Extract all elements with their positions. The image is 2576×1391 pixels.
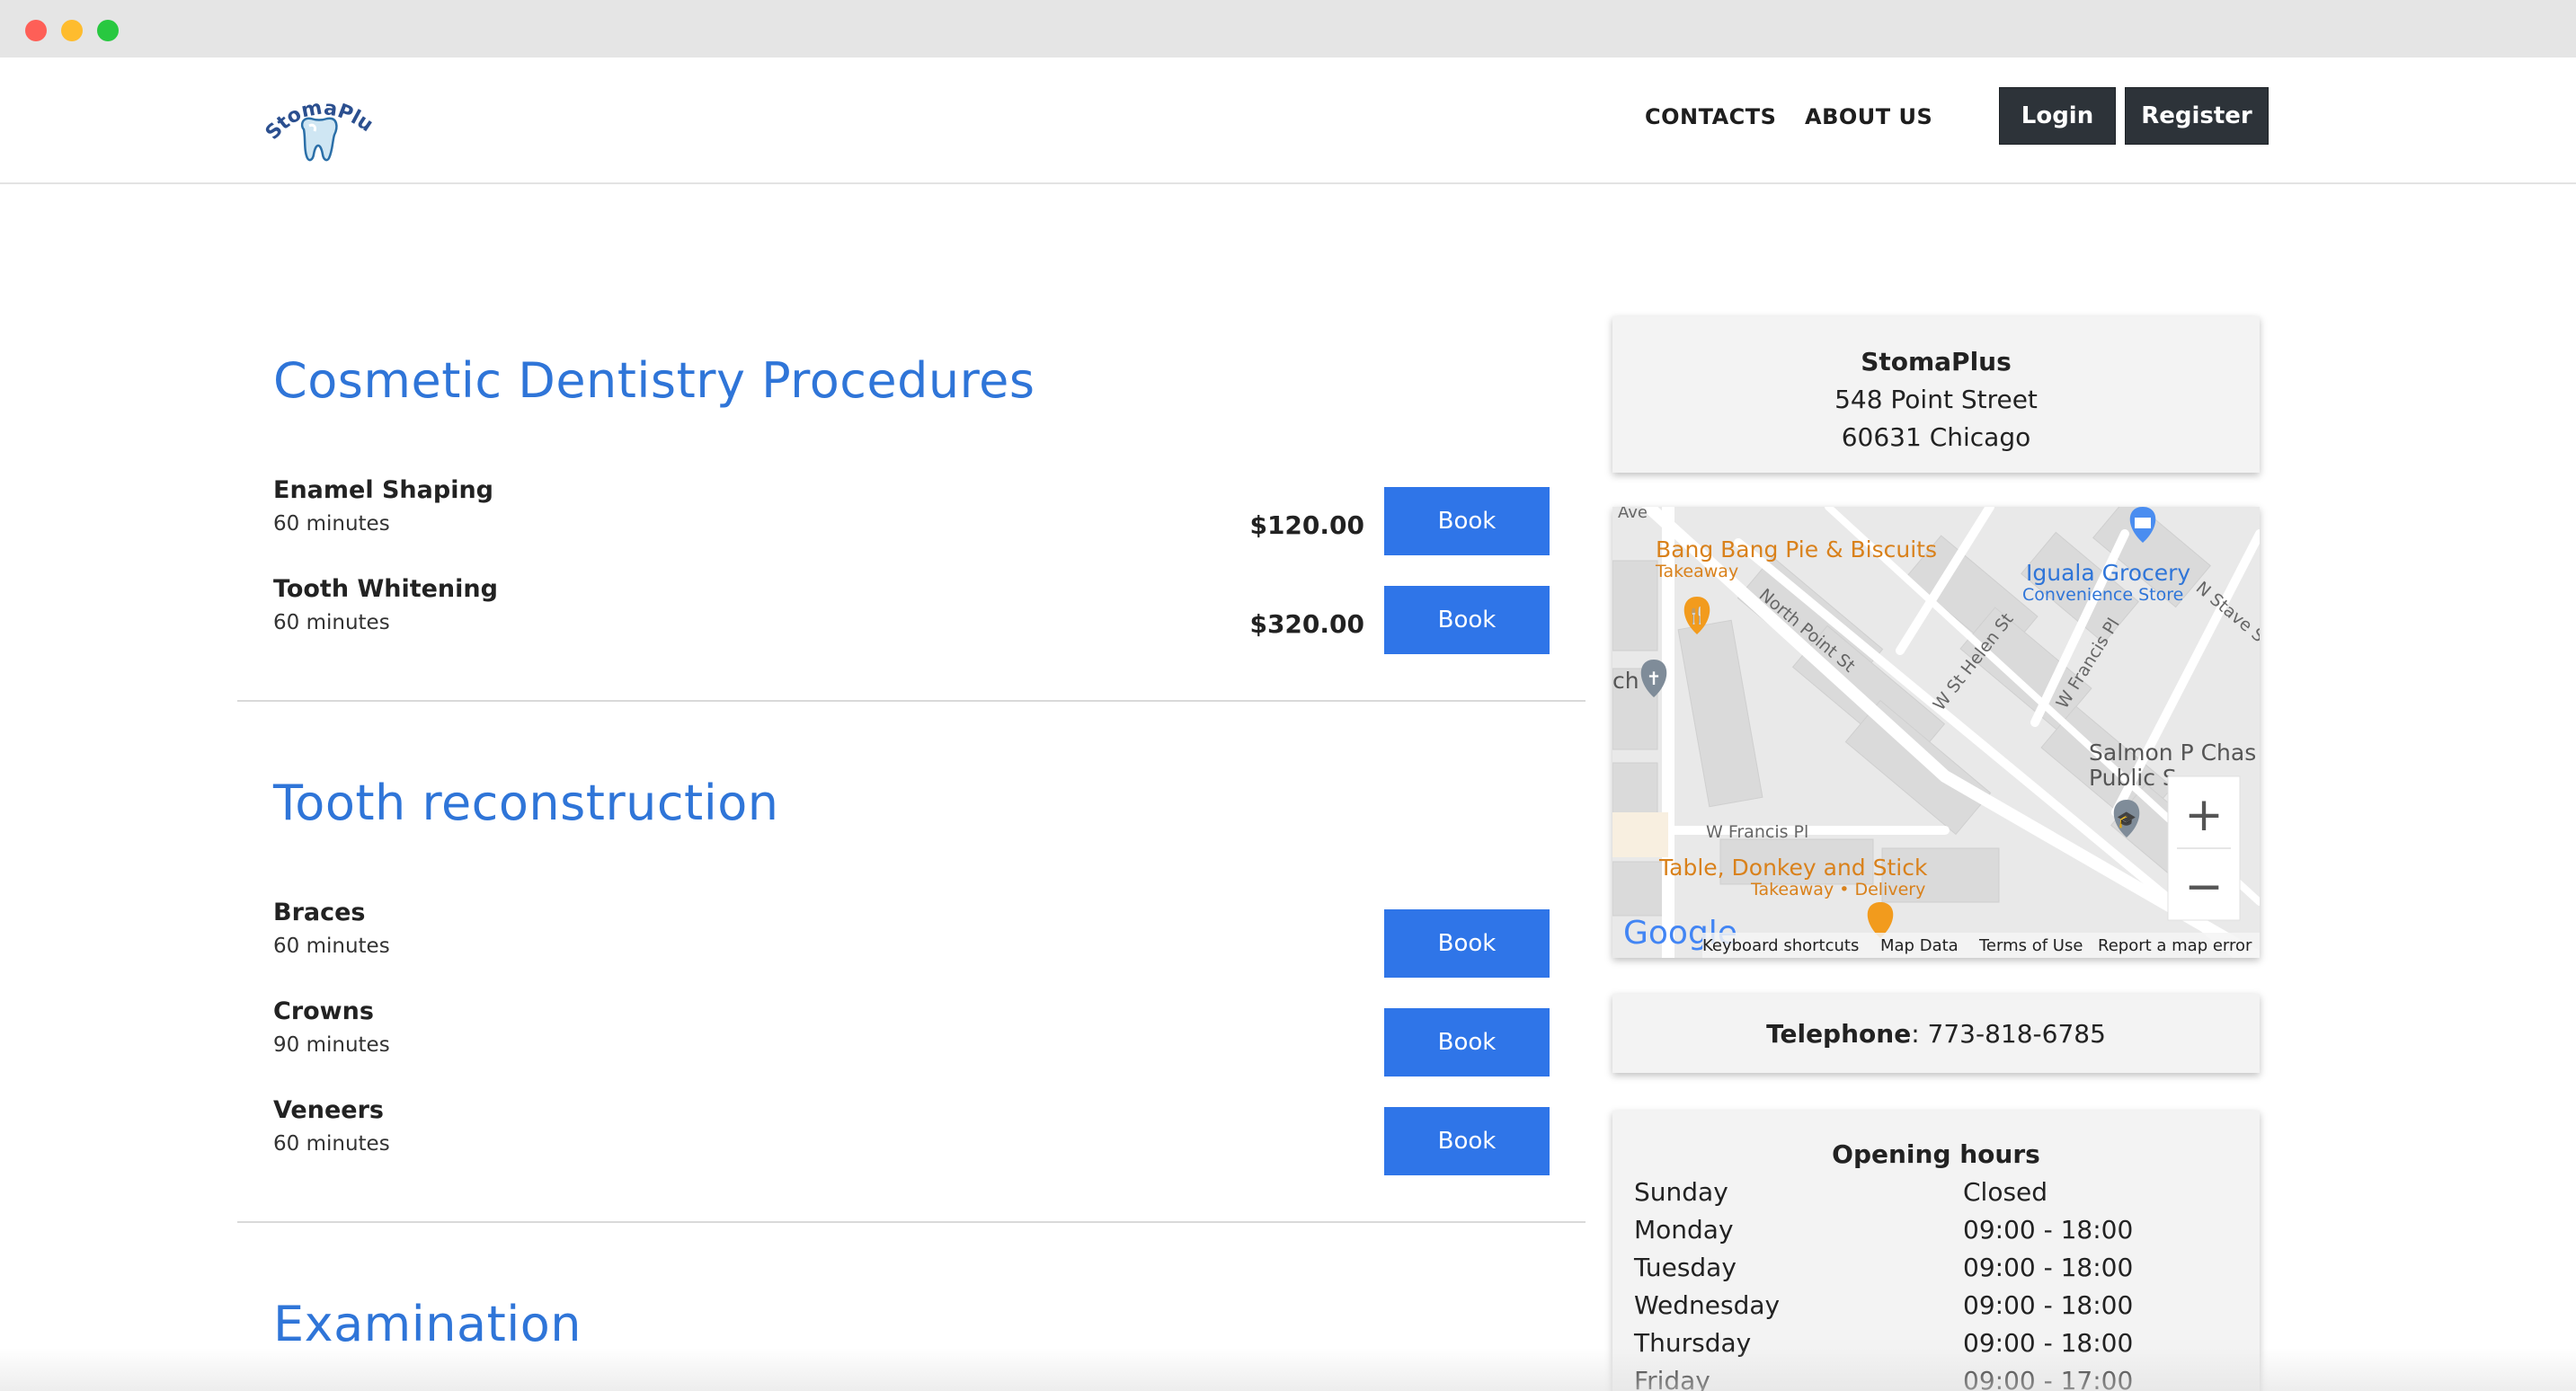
- address-card: StomaPlus 548 Point Street 60631 Chicago: [1612, 316, 2260, 473]
- map-label-bang-bang[interactable]: Bang Bang Pie & Biscuits: [1656, 536, 1937, 563]
- hours-day: Tuesday: [1634, 1253, 1737, 1282]
- street-label-francis: W Francis Pl: [1706, 822, 1808, 842]
- procedure-price: $120.00: [1249, 510, 1364, 540]
- hours-time: 09:00 - 18:00: [1963, 1215, 2134, 1245]
- svg-text:🎓: 🎓: [2117, 811, 2136, 829]
- hours-day: Monday: [1634, 1215, 1734, 1245]
- clinic-street: 548 Point Street: [1834, 385, 2038, 414]
- stomaplus-logo[interactable]: StomaPlus: [254, 64, 386, 171]
- section-title-examination: Examination: [273, 1296, 582, 1352]
- hours-row: Wednesday 09:00 - 18:00: [1612, 1287, 2260, 1325]
- hours-row: Monday 09:00 - 18:00: [1612, 1211, 2260, 1249]
- clinic-city: 60631 Chicago: [1841, 422, 2031, 452]
- site-header: StomaPlus CONTACTS ABOUT US Login Regist…: [0, 58, 2576, 184]
- procedure-name: Braces: [273, 899, 366, 926]
- map-label-ch: ch: [1612, 668, 1639, 694]
- procedure-name: Enamel Shaping: [273, 476, 494, 504]
- nav-contacts[interactable]: CONTACTS: [1645, 104, 1776, 129]
- opening-hours-title: Opening hours: [1832, 1139, 2040, 1169]
- hours-time: 09:00 - 18:00: [1963, 1253, 2134, 1282]
- browser-chrome: [0, 0, 2576, 58]
- book-button-veneers[interactable]: Book: [1384, 1107, 1550, 1175]
- map-canvas[interactable]: Bang Bang Pie & Biscuits Takeaway Iguala…: [1612, 507, 2260, 958]
- map-label-table-donkey-type: Takeaway • Delivery: [1750, 880, 1925, 899]
- hours-time: Closed: [1963, 1177, 2048, 1207]
- hours-time: 09:00 - 17:00: [1963, 1366, 2134, 1391]
- nav-about-us[interactable]: ABOUT US: [1805, 104, 1932, 129]
- hours-time: 09:00 - 18:00: [1963, 1328, 2134, 1358]
- hours-time: 09:00 - 18:00: [1963, 1290, 2134, 1320]
- procedure-duration: 60 minutes: [273, 512, 390, 536]
- close-window-button[interactable]: [25, 20, 47, 41]
- register-button[interactable]: Register: [2125, 87, 2269, 145]
- telephone-card: Telephone: 773-818-6785: [1612, 994, 2260, 1073]
- book-button-braces[interactable]: Book: [1384, 909, 1550, 978]
- hours-day: Wednesday: [1634, 1290, 1781, 1320]
- hours-row: Thursday 09:00 - 18:00: [1612, 1325, 2260, 1362]
- maximize-window-button[interactable]: [97, 20, 119, 41]
- map-label-iguala[interactable]: Iguala Grocery: [2026, 560, 2190, 586]
- telephone-value[interactable]: : 773-818-6785: [1911, 1019, 2106, 1049]
- hours-row: Friday 09:00 - 17:00: [1612, 1362, 2260, 1391]
- procedure-duration: 90 minutes: [273, 1033, 390, 1057]
- procedure-name: Tooth Whitening: [273, 575, 498, 603]
- procedure-price: $320.00: [1249, 609, 1364, 639]
- svg-text:✝: ✝: [1647, 668, 1662, 689]
- clinic-name: StomaPlus: [1861, 347, 2012, 377]
- procedure-name: Veneers: [273, 1096, 384, 1124]
- opening-hours-card: Opening hours Sunday Closed Monday 09:00…: [1612, 1111, 2260, 1391]
- zoom-out-button[interactable]: −: [2184, 860, 2224, 914]
- map-label-iguala-type: Convenience Store: [2022, 585, 2183, 605]
- hours-day: Friday: [1634, 1366, 1710, 1391]
- map-label-ave: Ave: [1618, 507, 1648, 522]
- login-button[interactable]: Login: [1999, 87, 2116, 145]
- procedure-duration: 60 minutes: [273, 935, 390, 958]
- hours-day: Thursday: [1634, 1328, 1752, 1358]
- map-keyboard-shortcuts[interactable]: Keyboard shortcuts: [1702, 936, 1859, 955]
- minimize-window-button[interactable]: [61, 20, 83, 41]
- map-label-table-donkey[interactable]: Table, Donkey and Stick: [1658, 855, 1928, 881]
- book-button-tooth-whitening[interactable]: Book: [1384, 586, 1550, 654]
- procedure-duration: 60 minutes: [273, 611, 390, 634]
- map-report-error-link[interactable]: Report a map error: [2098, 936, 2252, 955]
- map-terms-link[interactable]: Terms of Use: [1978, 936, 2083, 955]
- map-card[interactable]: Bang Bang Pie & Biscuits Takeaway Iguala…: [1612, 507, 2260, 958]
- procedure-duration: 60 minutes: [273, 1132, 390, 1156]
- hours-day: Sunday: [1634, 1177, 1728, 1207]
- telephone-label: Telephone: [1766, 1018, 1912, 1049]
- map-data-link[interactable]: Map Data: [1880, 936, 1959, 955]
- svg-text:🍴: 🍴: [1687, 606, 1707, 625]
- book-button-crowns[interactable]: Book: [1384, 1008, 1550, 1076]
- map-label-salmon-2: Public S: [2089, 765, 2177, 791]
- book-button-enamel-shaping[interactable]: Book: [1384, 487, 1550, 555]
- map-label-salmon-1: Salmon P Chas: [2089, 740, 2256, 766]
- section-divider: [237, 700, 1586, 702]
- map-label-bang-bang-type: Takeaway: [1655, 562, 1738, 581]
- section-title-reconstruction: Tooth reconstruction: [273, 775, 779, 831]
- section-title-cosmetic: Cosmetic Dentistry Procedures: [273, 352, 1035, 409]
- procedure-name: Crowns: [273, 997, 374, 1025]
- zoom-in-button[interactable]: +: [2184, 788, 2224, 842]
- hours-row: Sunday Closed: [1612, 1174, 2260, 1211]
- section-divider: [237, 1221, 1586, 1223]
- hours-row: Tuesday 09:00 - 18:00: [1612, 1249, 2260, 1287]
